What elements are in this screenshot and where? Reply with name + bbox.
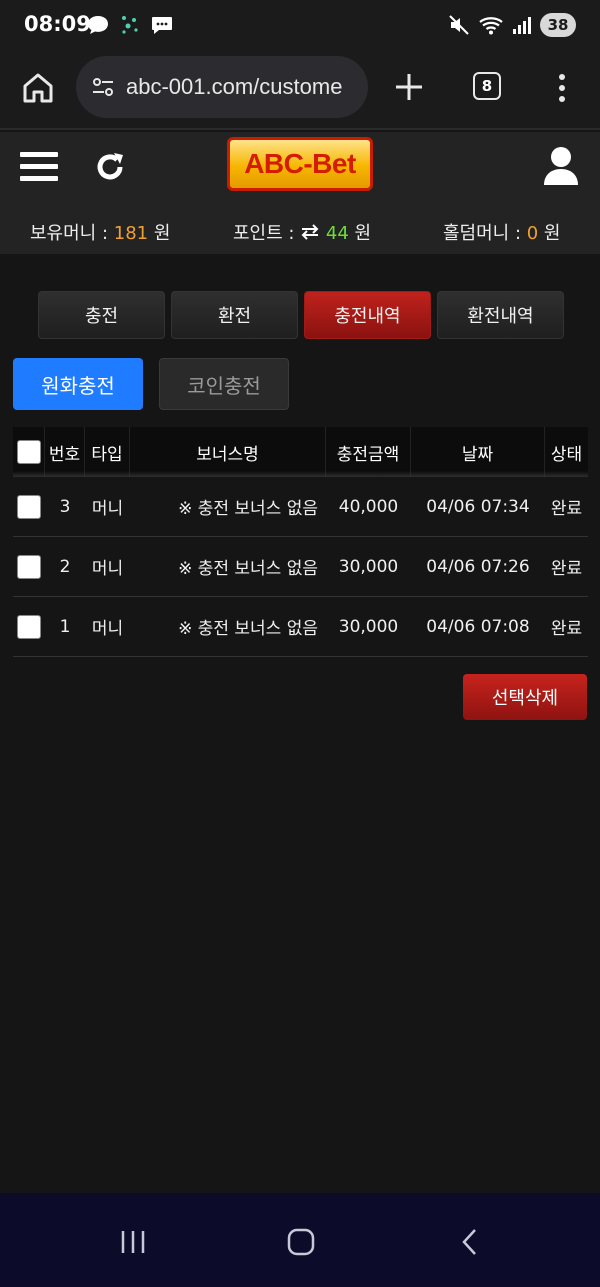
- status-bar: 08:09 38: [0, 0, 600, 52]
- point-value: 44: [325, 223, 349, 244]
- row-checkbox[interactable]: [17, 494, 41, 519]
- user-icon[interactable]: [542, 145, 580, 187]
- table-header: 번호 타입 보너스명 충전금액 날짜 상태: [13, 427, 588, 477]
- row-bonus-name: ※ 충전 보너스 없음: [178, 559, 318, 579]
- deposit-history-table: 번호 타입 보너스명 충전금액 날짜 상태 3 머니 ※ 충전 보너스 없음 4…: [13, 427, 588, 657]
- refresh-icon[interactable]: [92, 149, 128, 185]
- row-amount: 30,000: [338, 616, 399, 637]
- message-icon: [152, 17, 172, 34]
- row-type: 머니: [91, 499, 124, 519]
- url-text[interactable]: abc-001.com/custome: [126, 74, 342, 100]
- header-bonus-name: 보너스명: [130, 427, 326, 477]
- money-value: 181: [113, 223, 149, 244]
- header-number: 번호: [45, 427, 85, 477]
- signal-icon: [513, 17, 531, 34]
- chat-bubble-icon: [88, 16, 108, 34]
- row-checkbox[interactable]: [17, 614, 41, 639]
- row-type: 머니: [91, 619, 124, 639]
- tab-deposit[interactable]: 충전: [38, 291, 165, 339]
- row-status: 완료: [550, 559, 583, 579]
- header-type: 타입: [85, 427, 130, 477]
- row-amount: 40,000: [338, 496, 399, 517]
- back-icon[interactable]: [455, 1227, 485, 1257]
- row-amount: 30,000: [338, 556, 399, 577]
- battery-indicator: 38: [540, 13, 576, 37]
- header-amount: 충전금액: [326, 427, 411, 477]
- table-row: 3 머니 ※ 충전 보너스 없음 40,000 04/06 07:34 완료: [13, 477, 588, 537]
- address-bar[interactable]: abc-001.com/custome: [76, 56, 368, 118]
- table-row: 2 머니 ※ 충전 보너스 없음 30,000 04/06 07:26 완료: [13, 537, 588, 597]
- wifi-icon: [479, 17, 503, 35]
- site-header: ABC-Bet: [0, 132, 600, 206]
- site-settings-icon[interactable]: [88, 72, 118, 102]
- money-balance: 보유머니 : 181 원: [30, 223, 171, 244]
- browser-toolbar: abc-001.com/custome 8: [0, 52, 600, 130]
- site-logo[interactable]: ABC-Bet: [227, 137, 373, 191]
- tab-switcher-button[interactable]: 8: [473, 72, 501, 100]
- header-status: 상태: [550, 444, 583, 465]
- holdem-value: 0: [526, 223, 539, 244]
- logo-text: ABC-Bet: [244, 148, 356, 179]
- home-icon[interactable]: [20, 70, 56, 106]
- delete-selected-button[interactable]: 선택삭제: [463, 674, 587, 720]
- row-checkbox[interactable]: [17, 554, 41, 579]
- row-date: 04/06 07:08: [426, 616, 530, 637]
- status-time: 08:09: [24, 12, 91, 36]
- row-number: 2: [59, 556, 71, 577]
- hamburger-menu-icon[interactable]: [20, 150, 58, 184]
- exchange-arrows-icon[interactable]: [300, 224, 320, 240]
- point-balance: 포인트 : 44 원: [233, 223, 372, 244]
- subtab-coin-deposit[interactable]: 코인충전: [159, 358, 289, 410]
- row-number: 3: [59, 496, 71, 517]
- more-options-icon[interactable]: [548, 70, 576, 106]
- tab-withdraw[interactable]: 환전: [171, 291, 298, 339]
- recent-apps-icon[interactable]: [118, 1227, 148, 1257]
- system-navigation-bar: [0, 1193, 600, 1287]
- row-date: 04/06 07:26: [426, 556, 530, 577]
- row-number: 1: [59, 616, 71, 637]
- row-bonus-name: ※ 충전 보너스 없음: [178, 499, 318, 519]
- dots-icon: [122, 16, 138, 34]
- table-row: 1 머니 ※ 충전 보너스 없음 30,000 04/06 07:08 완료: [13, 597, 588, 657]
- tab-count: 8: [481, 77, 493, 95]
- mute-icon: [449, 15, 469, 35]
- tab-deposit-history[interactable]: 충전내역: [304, 291, 431, 339]
- row-status: 완료: [550, 499, 583, 519]
- row-status: 완료: [550, 619, 583, 639]
- header-date: 날짜: [411, 427, 545, 477]
- currency-subtabs: 원화충전 코인충전: [13, 358, 289, 410]
- holdem-balance: 홀덤머니 : 0 원: [443, 223, 561, 244]
- tab-withdraw-history[interactable]: 환전내역: [437, 291, 564, 339]
- home-nav-icon[interactable]: [286, 1227, 316, 1257]
- row-type: 머니: [91, 559, 124, 579]
- balance-bar: 보유머니 : 181 원 포인트 : 44 원 홀덤머니 : 0 원: [0, 206, 600, 254]
- row-date: 04/06 07:34: [426, 496, 530, 517]
- new-tab-icon[interactable]: [391, 69, 427, 105]
- row-bonus-name: ※ 충전 보너스 없음: [178, 619, 318, 639]
- main-tabs: 충전 환전 충전내역 환전내역: [38, 291, 564, 339]
- select-all-checkbox[interactable]: [16, 440, 41, 464]
- subtab-won-deposit[interactable]: 원화충전: [13, 358, 143, 410]
